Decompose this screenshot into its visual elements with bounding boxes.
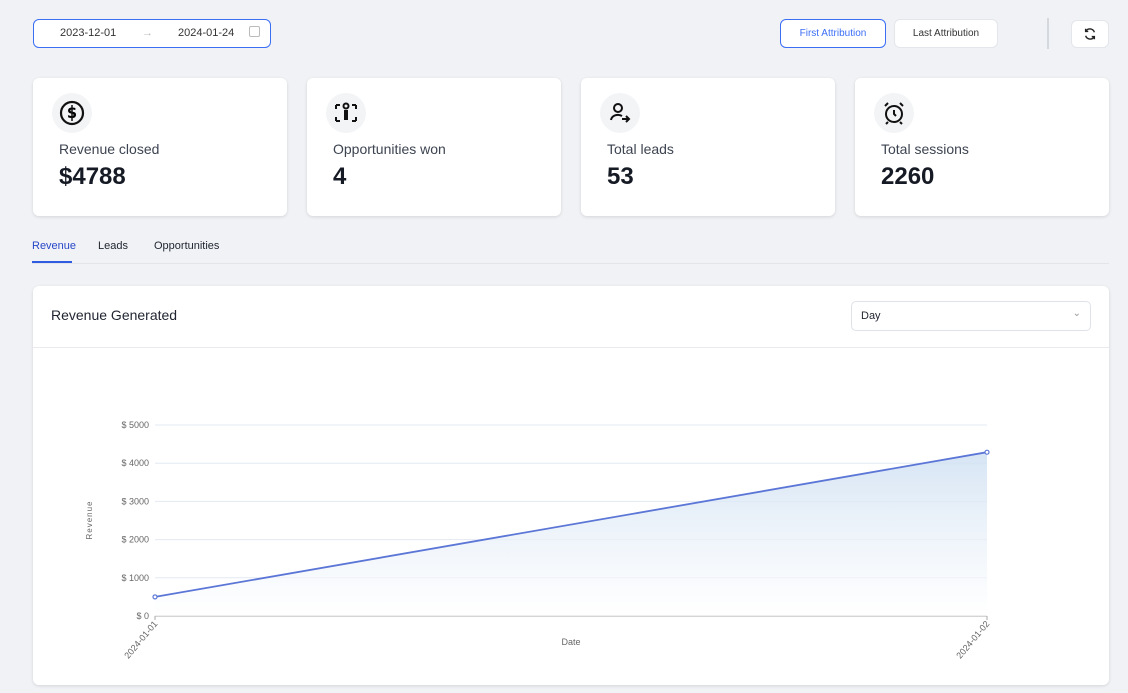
y-tick-label: $ 3000: [121, 496, 149, 506]
revenue-chart: $ 0 $ 1000 $ 2000 $ 3000 $ 4000 $ 5000 2024-01…: [85, 420, 992, 661]
y-axis-label: Revenue: [85, 500, 94, 539]
x-axis-label: Date: [561, 637, 580, 647]
y-tick-label: $ 2000: [121, 535, 149, 545]
x-tick-label: 2024-01-02: [954, 619, 991, 661]
area-fill: [155, 452, 987, 616]
y-tick-label: $ 5000: [121, 420, 149, 430]
data-point: [984, 449, 990, 455]
y-tick-label: $ 0: [136, 611, 149, 621]
x-tick-label: 2024-01-01: [122, 619, 159, 661]
y-tick-label: $ 1000: [121, 573, 149, 583]
data-point: [152, 594, 158, 600]
y-tick-label: $ 4000: [121, 458, 149, 468]
